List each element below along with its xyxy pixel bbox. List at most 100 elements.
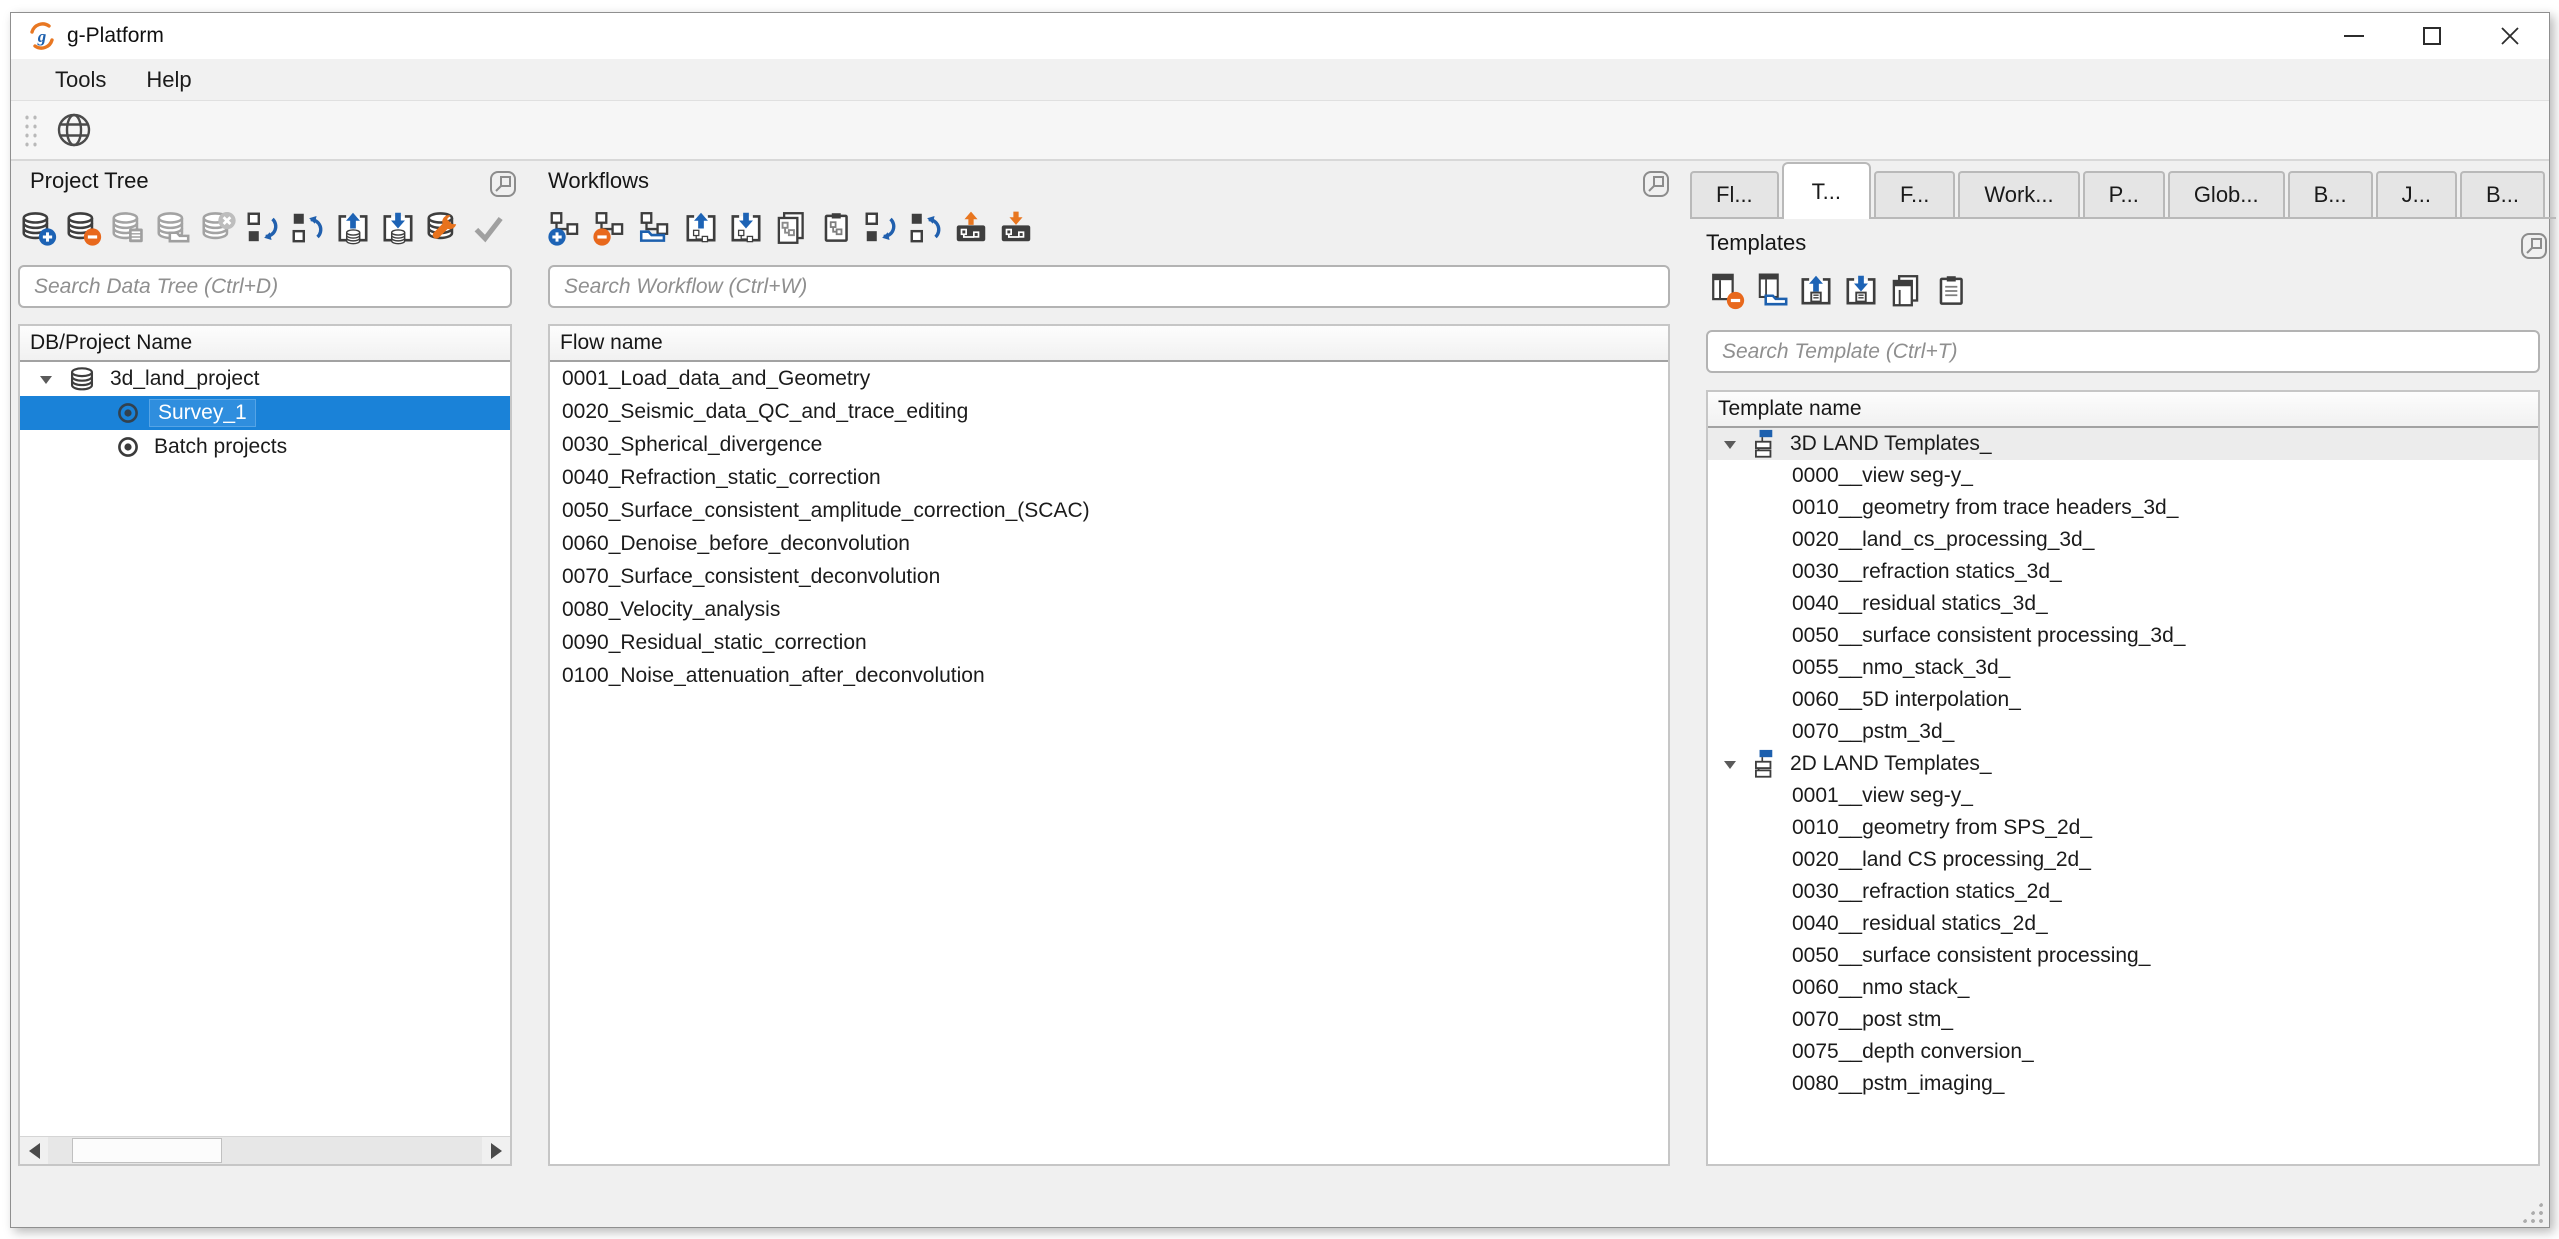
template-search-input[interactable] <box>1706 330 2540 373</box>
tab-p[interactable]: P... <box>2082 171 2165 217</box>
template-group-row[interactable]: 2D LAND Templates_ <box>1708 748 2538 780</box>
template-group-icon <box>1755 749 1773 778</box>
template-item-row[interactable]: 0030__refraction statics_3d_ <box>1708 556 2538 588</box>
tab-b[interactable]: B... <box>2459 171 2545 217</box>
add-workflow-icon[interactable] <box>546 208 586 248</box>
template-item-row[interactable]: 0070__pstm_3d_ <box>1708 716 2538 748</box>
redo-icon[interactable] <box>906 208 946 248</box>
tab-j[interactable]: J... <box>2375 171 2457 217</box>
copy-template-icon[interactable] <box>1886 271 1926 311</box>
template-item-row[interactable]: 0050__surface consistent processing_3d_ <box>1708 620 2538 652</box>
workflows-float-icon[interactable] <box>1641 169 1671 199</box>
template-item-row[interactable]: 0040__residual statics_2d_ <box>1708 908 2538 940</box>
export-workflow-archive-icon[interactable] <box>951 208 991 248</box>
tree-row-survey[interactable]: Survey_1 <box>20 396 510 430</box>
copy-workflow-icon[interactable] <box>771 208 811 248</box>
database-properties-icon[interactable] <box>108 208 148 248</box>
tab-work[interactable]: Work... <box>1958 171 2080 217</box>
template-item-row[interactable]: 0055__nmo_stack_3d_ <box>1708 652 2538 684</box>
remove-template-icon[interactable] <box>1706 271 1746 311</box>
project-tree-float-icon[interactable] <box>488 169 518 199</box>
scroll-right-icon[interactable] <box>482 1137 510 1164</box>
window-resize-grip[interactable] <box>2521 1201 2543 1223</box>
redo-icon[interactable] <box>288 208 328 248</box>
project-tree-toolbar <box>18 208 508 248</box>
maximize-icon[interactable] <box>2393 13 2471 59</box>
tab-glob[interactable]: Glob... <box>2167 171 2285 217</box>
svg-text:g: g <box>37 27 47 46</box>
paste-workflow-icon[interactable] <box>816 208 856 248</box>
template-group-row[interactable]: 3D LAND Templates_ <box>1708 428 2538 460</box>
template-item-row[interactable]: 0020__land CS processing_2d_ <box>1708 844 2538 876</box>
scroll-left-icon[interactable] <box>20 1137 48 1164</box>
import-template-icon[interactable] <box>1841 271 1881 311</box>
tree-row-label: 3d_land_project <box>110 367 260 390</box>
add-database-icon[interactable] <box>18 208 58 248</box>
flow-row[interactable]: 0090_Residual_static_correction <box>550 626 1668 659</box>
template-item-row[interactable]: 0075__depth conversion_ <box>1708 1036 2538 1068</box>
template-item-row[interactable]: 0060__5D interpolation_ <box>1708 684 2538 716</box>
minimize-icon[interactable] <box>2315 13 2393 59</box>
tab-f[interactable]: F... <box>1874 171 1956 217</box>
remove-database-icon[interactable] <box>63 208 103 248</box>
template-item-row[interactable]: 0070__post stm_ <box>1708 1004 2538 1036</box>
template-item-row[interactable]: 0030__refraction statics_2d_ <box>1708 876 2538 908</box>
flow-row[interactable]: 0070_Surface_consistent_deconvolution <box>550 560 1668 593</box>
horizontal-scrollbar[interactable] <box>20 1136 510 1164</box>
template-item-row[interactable]: 0010__geometry from SPS_2d_ <box>1708 812 2538 844</box>
close-icon[interactable] <box>2471 13 2549 59</box>
flow-row[interactable]: 0020_Seismic_data_QC_and_trace_editing <box>550 395 1668 428</box>
template-item-row[interactable]: 0000__view seg-y_ <box>1708 460 2538 492</box>
workflow-search-input[interactable] <box>548 265 1670 308</box>
template-item-row[interactable]: 0001__view seg-y_ <box>1708 780 2538 812</box>
template-item-row[interactable]: 0040__residual statics_3d_ <box>1708 588 2538 620</box>
template-item-row[interactable]: 0020__land_cs_processing_3d_ <box>1708 524 2538 556</box>
menu-help[interactable]: Help <box>126 59 211 100</box>
tree-row-batch-projects[interactable]: Batch projects <box>20 430 510 464</box>
scrollbar-thumb[interactable] <box>72 1138 222 1163</box>
tab-t[interactable]: T... <box>1781 162 1872 219</box>
paste-template-icon[interactable] <box>1931 271 1971 311</box>
flow-row[interactable]: 0100_Noise_attenuation_after_deconvoluti… <box>550 659 1668 692</box>
export-database-icon[interactable] <box>333 208 373 248</box>
open-workflow-icon[interactable] <box>636 208 676 248</box>
import-workflow-archive-icon[interactable] <box>996 208 1036 248</box>
tab-fl[interactable]: Fl... <box>1690 171 1779 217</box>
flow-row[interactable]: 0030_Spherical_divergence <box>550 428 1668 461</box>
templates-toolbar <box>1706 271 1971 311</box>
flow-row[interactable]: 0080_Velocity_analysis <box>550 593 1668 626</box>
export-template-icon[interactable] <box>1796 271 1836 311</box>
export-workflow-icon[interactable] <box>681 208 721 248</box>
flow-row[interactable]: 0060_Denoise_before_deconvolution <box>550 527 1668 560</box>
tree-row-project[interactable]: 3d_land_project <box>20 362 510 396</box>
close-database-icon[interactable] <box>198 208 238 248</box>
tab-b[interactable]: B... <box>2287 171 2373 217</box>
main-toolbar <box>11 101 2549 161</box>
expander-down-icon[interactable] <box>1722 436 1738 452</box>
remove-workflow-icon[interactable] <box>591 208 631 248</box>
template-item-row[interactable]: 0050__surface consistent processing_ <box>1708 940 2538 972</box>
import-database-icon[interactable] <box>378 208 418 248</box>
title-bar: g g-Platform <box>11 13 2549 59</box>
toolbar-drag-handle[interactable] <box>21 111 37 149</box>
flow-row[interactable]: 0040_Refraction_static_correction <box>550 461 1668 494</box>
template-item-row[interactable]: 0080__pstm_imaging_ <box>1708 1068 2538 1100</box>
project-tree-search-input[interactable] <box>18 265 512 308</box>
globe-icon[interactable] <box>51 107 97 153</box>
expander-down-icon[interactable] <box>1722 756 1738 772</box>
flow-row[interactable]: 0001_Load_data_and_Geometry <box>550 362 1668 395</box>
import-workflow-icon[interactable] <box>726 208 766 248</box>
template-item-row[interactable]: 0010__geometry from trace headers_3d_ <box>1708 492 2538 524</box>
expander-down-icon[interactable] <box>38 371 54 387</box>
undo-icon[interactable] <box>861 208 901 248</box>
templates-float-icon[interactable] <box>2519 231 2549 261</box>
validate-database-icon[interactable] <box>468 208 508 248</box>
open-template-icon[interactable] <box>1751 271 1791 311</box>
template-item-row[interactable]: 0060__nmo stack_ <box>1708 972 2538 1004</box>
open-database-icon[interactable] <box>153 208 193 248</box>
undo-icon[interactable] <box>243 208 283 248</box>
flow-row[interactable]: 0050_Surface_consistent_amplitude_correc… <box>550 494 1668 527</box>
menu-tools[interactable]: Tools <box>35 59 126 100</box>
scrollbar-track[interactable] <box>48 1137 482 1164</box>
repair-database-icon[interactable] <box>423 208 463 248</box>
